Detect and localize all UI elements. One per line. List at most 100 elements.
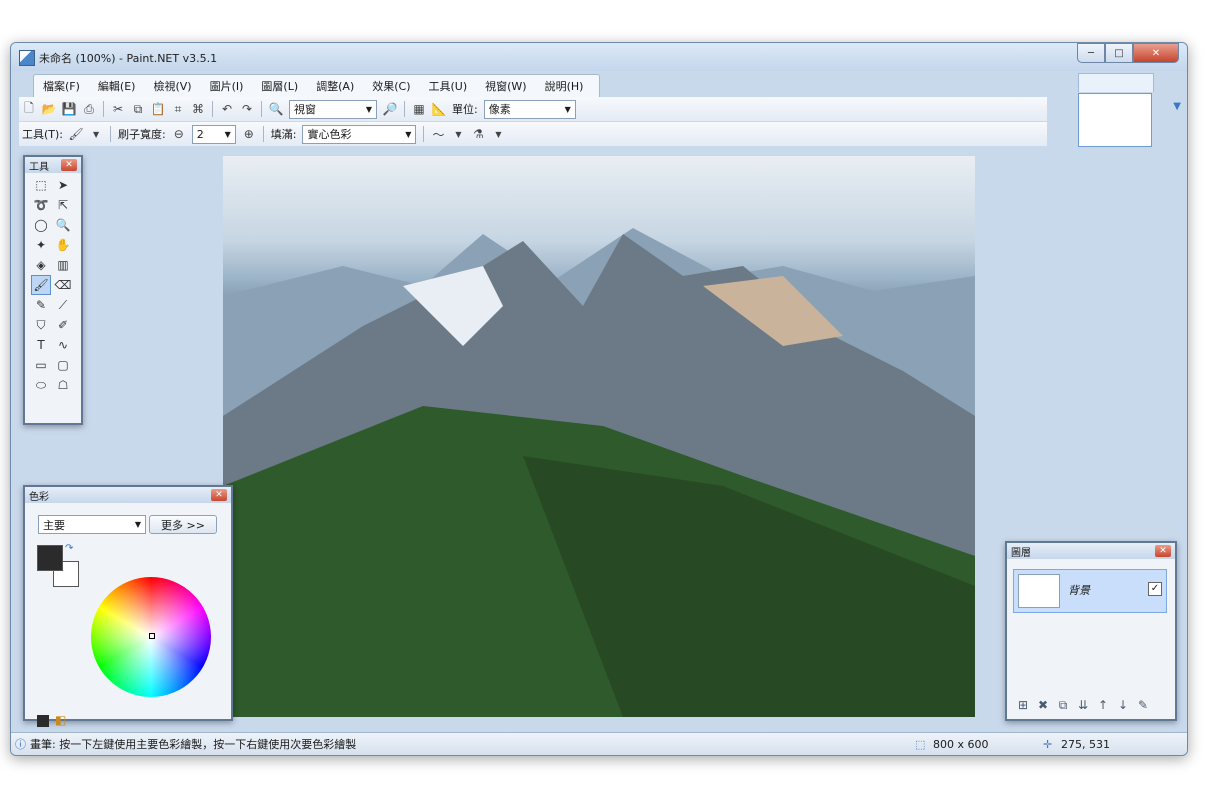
image-thumbnail[interactable] [1078, 93, 1152, 147]
menu-adjustments[interactable]: 調整(A) [307, 78, 363, 94]
layer-properties-icon[interactable]: ✎ [1135, 697, 1151, 713]
close-icon[interactable]: ✕ [61, 159, 77, 171]
chevron-down-icon: ▼ [134, 520, 141, 529]
chevron-down-icon[interactable]: ▼ [489, 125, 507, 143]
fill-combo[interactable]: 實心色彩 ▼ [302, 124, 417, 144]
gradient-icon[interactable]: ▥ [53, 255, 73, 275]
primary-color-swatch[interactable] [37, 545, 63, 571]
paintbrush-icon[interactable]: 🖌 [67, 125, 85, 143]
close-button[interactable]: ✕ [1133, 43, 1179, 63]
zoom-out-icon[interactable]: 🔍 [267, 100, 285, 118]
layer-name: 背景 [1068, 584, 1090, 597]
print-icon[interactable]: ⎙ [80, 100, 98, 118]
save-icon[interactable]: 💾 [60, 100, 78, 118]
color-wheel-cursor [149, 633, 155, 639]
image-tab[interactable] [1078, 73, 1154, 92]
layers-panel: 圖層 ✕ 背景 ✓ ⊞ ✖ ⧉ ⇊ ↑ ↓ ✎ [1005, 541, 1177, 721]
image-tabs: ▼ [1067, 71, 1187, 151]
redo-icon[interactable]: ↷ [238, 100, 256, 118]
rulers-icon[interactable]: 📐 [430, 100, 448, 118]
move-up-icon[interactable]: ↑ [1095, 697, 1111, 713]
menu-edit[interactable]: 編輯(E) [89, 78, 145, 94]
separator [423, 126, 425, 142]
text-icon[interactable]: T [31, 335, 51, 355]
menu-bar: 檔案(F) 編輯(E) 檢視(V) 圖片(I) 圖層(L) 調整(A) 效果(C… [33, 74, 600, 97]
ellipse-icon[interactable]: ⬭ [31, 375, 51, 395]
chevron-down-icon[interactable]: ▼ [87, 125, 105, 143]
magic-wand-icon[interactable]: ✦ [31, 235, 51, 255]
recolor-icon[interactable]: ✐ [53, 315, 73, 335]
increase-icon[interactable]: ⊕ [240, 125, 258, 143]
blend-mode-icon[interactable]: ⚗ [469, 125, 487, 143]
color-wheel[interactable] [91, 577, 211, 697]
fill-label: 填滿: [270, 128, 297, 141]
units-combo[interactable]: 像素 ▼ [483, 99, 576, 119]
duplicate-layer-icon[interactable]: ⧉ [1055, 697, 1071, 713]
copy-icon[interactable]: ⧉ [129, 100, 147, 118]
pencil-icon[interactable]: ✎ [31, 295, 51, 315]
clone-stamp-icon[interactable]: ⛉ [31, 315, 51, 335]
separator [103, 101, 104, 117]
lasso-select-icon[interactable]: ➰ [31, 195, 51, 215]
brush-width-label: 刷子寬度: [118, 128, 166, 141]
layer-visible-checkbox[interactable]: ✓ [1148, 582, 1162, 596]
menu-file[interactable]: 檔案(F) [34, 78, 89, 94]
swap-colors-icon[interactable]: ↷ [65, 543, 73, 554]
rectangle-select-icon[interactable]: ⬚ [31, 175, 51, 195]
merge-layer-icon[interactable]: ⇊ [1075, 697, 1091, 713]
canvas[interactable] [223, 156, 975, 717]
cut-icon[interactable]: ✂ [109, 100, 127, 118]
tools-panel: 工具 ✕ ⬚ ➤ ➰ ⇱ ◯ 🔍 ✦ ✋ ◈ ▥ 🖌 ⌫ ✎ ⟋ ⛉ ✐ T ∿… [23, 155, 83, 425]
close-icon[interactable]: ✕ [211, 489, 227, 501]
palette-menu-icon[interactable]: ◧ [55, 713, 66, 727]
layer-row[interactable]: 背景 ✓ [1013, 569, 1167, 613]
zoom-icon[interactable]: 🔍 [53, 215, 73, 235]
move-selected-icon[interactable]: ⇱ [53, 195, 73, 215]
colors-panel: 色彩 ✕ 主要 ▼ 更多 >> ↷ ◧ [23, 485, 233, 755]
menu-image[interactable]: 圖片(I) [201, 78, 253, 94]
menu-tools[interactable]: 工具(U) [420, 78, 477, 94]
close-icon[interactable]: ✕ [1155, 545, 1171, 557]
freeform-shape-icon[interactable]: ☖ [53, 375, 73, 395]
chevron-down-icon[interactable]: ▼ [1173, 101, 1181, 112]
menu-view[interactable]: 檢視(V) [144, 78, 200, 94]
menu-effects[interactable]: 效果(C) [363, 78, 419, 94]
separator [212, 101, 213, 117]
color-picker-icon[interactable]: ⟋ [53, 295, 73, 315]
rectangle-icon[interactable]: ▭ [31, 355, 51, 375]
decrease-icon[interactable]: ⊖ [170, 125, 188, 143]
rounded-rectangle-icon[interactable]: ▢ [53, 355, 73, 375]
paintbrush-icon[interactable]: 🖌 [31, 275, 51, 295]
paint-bucket-icon[interactable]: ◈ [31, 255, 51, 275]
maximize-button[interactable]: □ [1105, 43, 1133, 63]
menu-window[interactable]: 視窗(W) [476, 78, 535, 94]
minimize-button[interactable]: ─ [1077, 43, 1105, 63]
crop-icon[interactable]: ⌗ [169, 100, 187, 118]
zoom-in-icon[interactable]: 🔎 [381, 100, 399, 118]
move-selection-icon[interactable]: ➤ [53, 175, 73, 195]
paste-icon[interactable]: 📋 [149, 100, 167, 118]
more-button[interactable]: 更多 >> [149, 515, 217, 534]
brush-width-combo[interactable]: 2 ▼ [191, 124, 236, 144]
pan-icon[interactable]: ✋ [53, 235, 73, 255]
zoom-combo[interactable]: 視窗 ▼ [289, 99, 377, 119]
chevron-down-icon[interactable]: ▼ [449, 125, 467, 143]
undo-icon[interactable]: ↶ [218, 100, 236, 118]
zoom-value: 視窗 [294, 103, 316, 116]
move-down-icon[interactable]: ↓ [1115, 697, 1131, 713]
antialiasing-icon[interactable]: 〜 [429, 125, 447, 143]
delete-layer-icon[interactable]: ✖ [1035, 697, 1051, 713]
reset-colors-icon[interactable] [37, 715, 49, 727]
eraser-icon[interactable]: ⌫ [53, 275, 73, 295]
deselect-icon[interactable]: ⌘ [189, 100, 207, 118]
new-icon[interactable]: 🗋 [20, 100, 38, 118]
menu-layers[interactable]: 圖層(L) [252, 78, 307, 94]
color-mode-combo[interactable]: 主要 ▼ [38, 515, 146, 534]
open-icon[interactable]: 📂 [40, 100, 58, 118]
ellipse-select-icon[interactable]: ◯ [31, 215, 51, 235]
menu-help[interactable]: 說明(H) [536, 78, 593, 94]
units-value: 像素 [488, 103, 511, 116]
line-curve-icon[interactable]: ∿ [53, 335, 73, 355]
add-layer-icon[interactable]: ⊞ [1015, 697, 1031, 713]
grid-icon[interactable]: ▦ [410, 100, 428, 118]
